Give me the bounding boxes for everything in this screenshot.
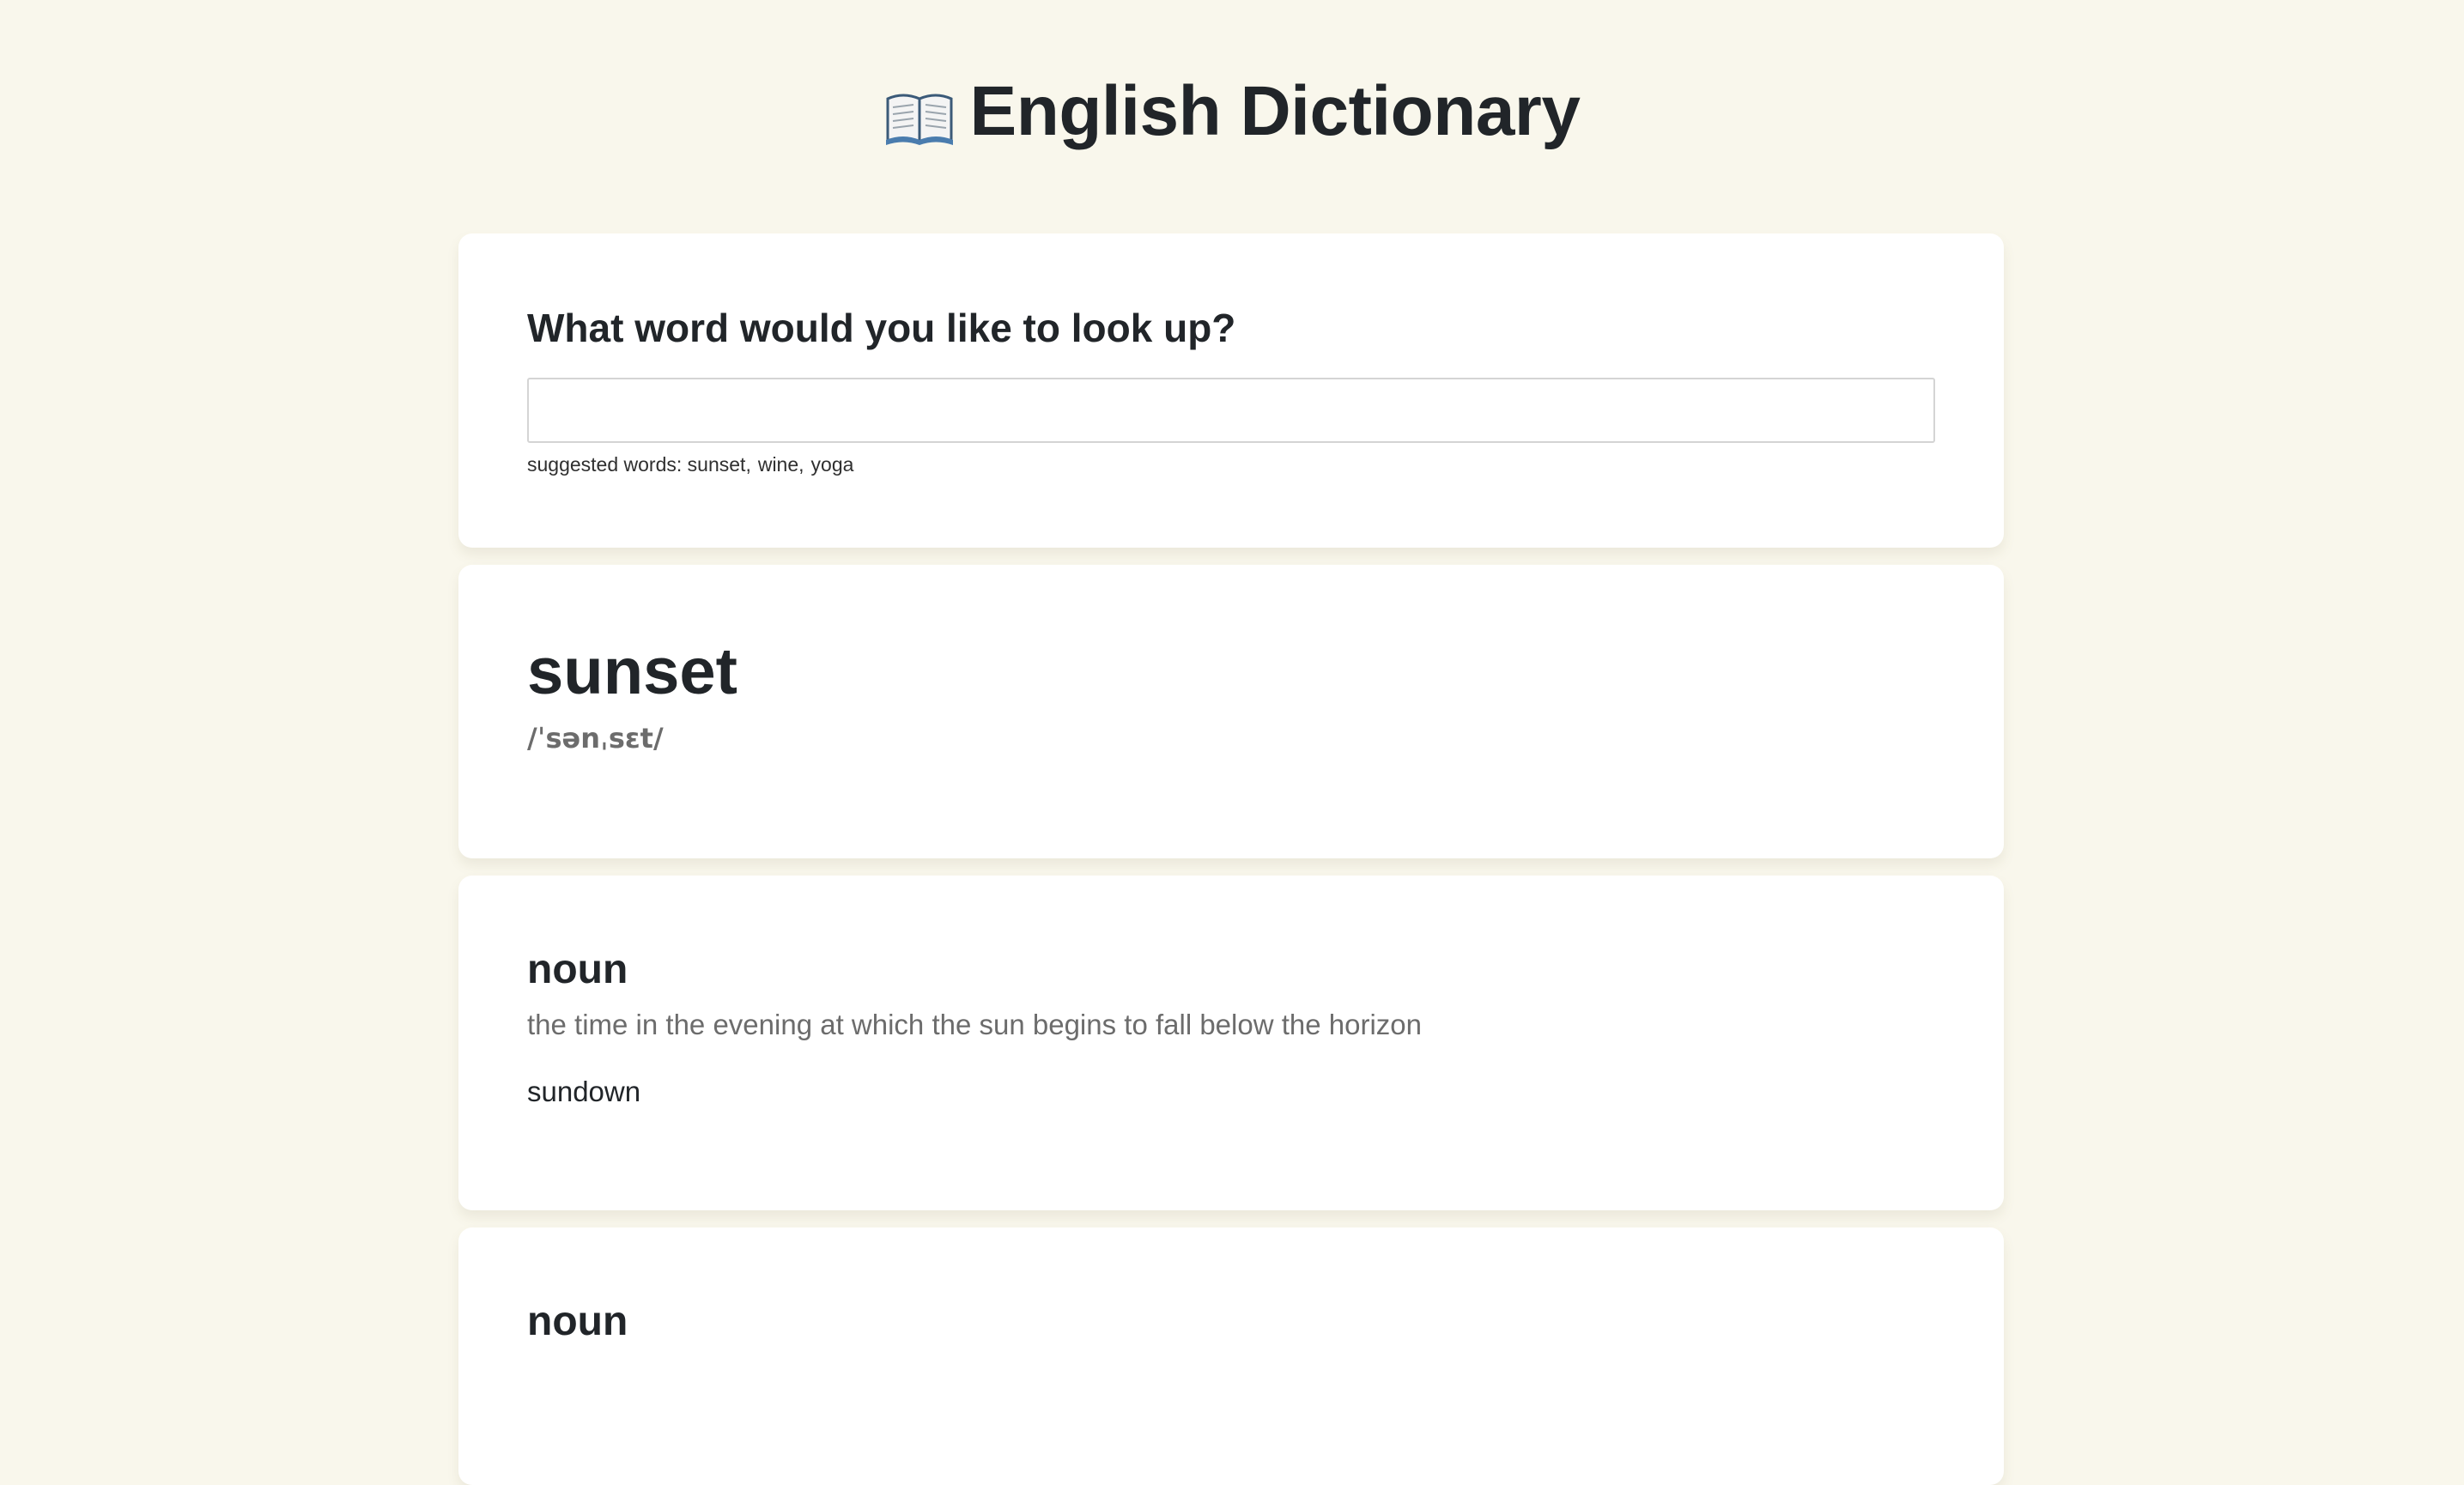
suggested-word: sunset — [687, 453, 746, 476]
meaning-card: noun — [458, 1227, 2004, 1485]
suggested-word: wine — [757, 453, 799, 476]
headword: sunset — [527, 635, 737, 708]
part-of-speech: noun — [527, 1299, 628, 1344]
suggested-words-label: suggested words: — [527, 453, 683, 476]
page-title-text: English Dictionary — [969, 72, 1581, 150]
suggestion-separator: , — [745, 453, 751, 476]
definition: the time in the evening at which the sun… — [527, 1009, 1422, 1040]
search-card: What word would you like to look up? sug… — [458, 233, 2004, 548]
word-card: sunset /ˈsənˌsɛt/ — [458, 565, 2004, 858]
search-input[interactable] — [527, 378, 1935, 443]
meaning-card: noun the time in the evening at which th… — [458, 876, 2004, 1210]
search-prompt: What word would you like to look up? — [527, 306, 1236, 350]
open-book-icon — [884, 81, 955, 146]
suggested-words: suggested words: sunset, wine, yoga — [527, 452, 853, 477]
synonym: sundown — [527, 1076, 641, 1107]
phonetic: /ˈsənˌsɛt/ — [527, 722, 664, 755]
part-of-speech: noun — [527, 947, 628, 992]
suggested-word: yoga — [810, 453, 854, 476]
page-title: English Dictionary — [0, 69, 2464, 155]
suggestion-separator: , — [798, 453, 804, 476]
